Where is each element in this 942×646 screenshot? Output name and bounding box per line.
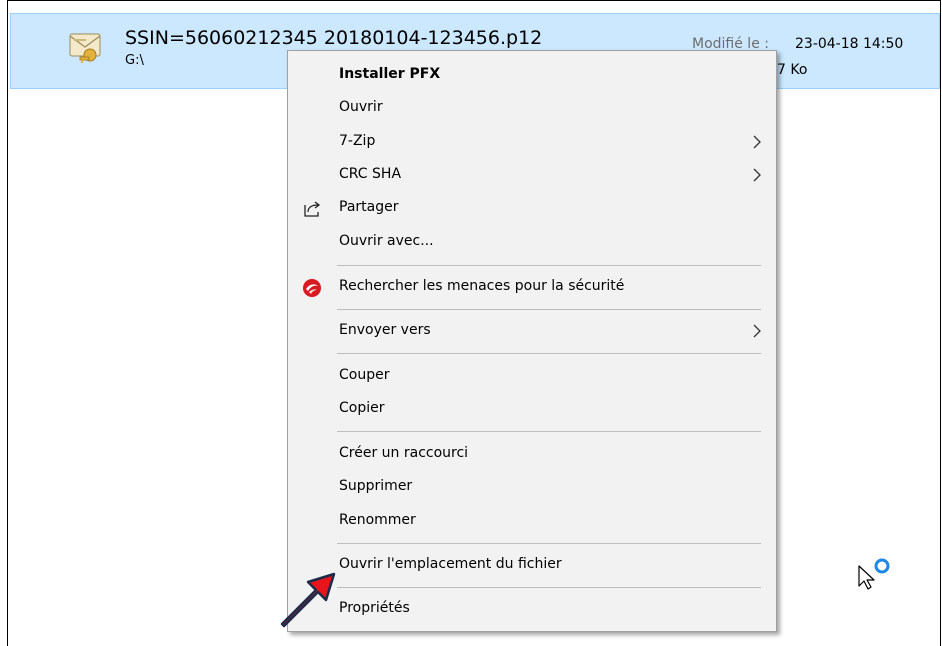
menu-item-ouvrir[interactable]: Ouvrir [289,93,775,123]
menu-separator [337,431,761,432]
menu-item-label: Créer un raccourci [339,445,469,461]
menu-item-ouvrir-avec[interactable]: Ouvrir avec... [289,227,775,257]
menu-item-ouvrir-emplacement[interactable]: Ouvrir l'emplacement du fichier [289,550,775,580]
menu-item-label: Ouvrir l'emplacement du fichier [339,556,562,572]
file-name: SSIN=56060212345 20180104-123456.p12 [125,27,543,49]
menu-separator [337,353,761,354]
menu-separator [337,587,761,588]
menu-item-label: CRC SHA [339,166,402,182]
menu-item-crc-sha[interactable]: CRC SHA [289,160,775,190]
menu-item-label: Copier [339,400,385,416]
menu-item-label: Supprimer [339,478,413,494]
menu-item-supprimer[interactable]: Supprimer [289,472,775,502]
modified-value: 23-04-18 14:50 [795,36,904,52]
menu-item-rechercher-menaces[interactable]: Rechercher les menaces pour la sécurité [289,272,775,302]
menu-item-envoyer-vers[interactable]: Envoyer vers [289,316,775,346]
menu-item-installer-pfx[interactable]: Installer PFX [289,60,775,90]
menu-item-label: Envoyer vers [339,322,431,338]
menu-item-label: Rechercher les menaces pour la sécurité [339,278,625,294]
menu-item-label: Renommer [339,512,416,528]
frame-border-left [7,0,8,646]
chevron-right-icon [753,324,761,338]
menu-item-label: Installer PFX [339,66,441,82]
menu-separator [337,543,761,544]
menu-separator [337,265,761,266]
chevron-right-icon [753,168,761,182]
menu-item-label: 7-Zip [339,133,376,149]
menu-item-label: Ouvrir [339,99,383,115]
menu-item-label: Propriétés [339,600,410,616]
menu-item-partager[interactable]: Partager [289,193,775,223]
menu-item-creer-raccourci[interactable]: Créer un raccourci [289,439,775,469]
menu-item-label: Couper [339,367,390,383]
menu-item-couper[interactable]: Couper [289,361,775,391]
menu-item-renommer[interactable]: Renommer [289,506,775,536]
annotation-arrow-icon [280,572,336,628]
trend-micro-icon [303,279,321,297]
menu-item-7zip[interactable]: 7-Zip [289,127,775,157]
frame-border-top [7,0,941,1]
frame-border-right [940,0,941,646]
file-size: 7 Ko [777,62,808,78]
busy-cursor-icon [858,558,890,590]
share-icon [304,201,321,217]
menu-separator [337,309,761,310]
menu-item-label: Ouvrir avec... [339,233,434,249]
menu-item-proprietes[interactable]: Propriétés [289,594,775,624]
certificate-file-icon [69,33,101,63]
file-path: G:\ [125,53,144,68]
context-menu: Installer PFX Ouvrir 7-Zip CRC SHA Parta… [287,50,777,632]
menu-item-label: Partager [339,199,399,215]
menu-item-copier[interactable]: Copier [289,394,775,424]
chevron-right-icon [753,135,761,149]
